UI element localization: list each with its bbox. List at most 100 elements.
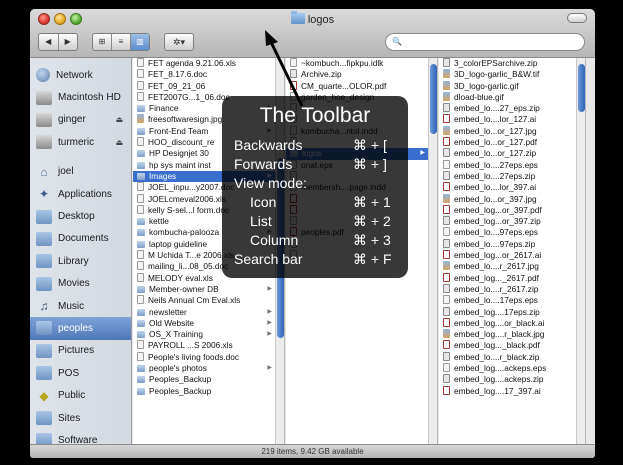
list-item-label: embed_lo....r_black.zip (454, 351, 540, 362)
sidebar-item-documents[interactable]: Documents (30, 228, 131, 250)
sidebar-item-library[interactable]: Library (30, 250, 131, 272)
sidebar-item-peoples[interactable]: peoples (30, 317, 131, 340)
list-item[interactable]: embed_log..._black.pdf (439, 340, 585, 351)
list-item[interactable]: embed_log....17eps.zip (439, 306, 585, 318)
sidebar-item-ginger[interactable]: ginger ⏏ (30, 109, 131, 131)
back-button[interactable]: ◀ (39, 34, 58, 50)
column-2-scrollbar[interactable] (428, 58, 437, 444)
sidebar-item-label: Applications (58, 188, 112, 200)
list-item[interactable]: embed_lo....97eps.zip (439, 238, 585, 250)
sidebar-item-movies[interactable]: Movies (30, 273, 131, 295)
music-icon: ♫ (39, 299, 49, 314)
sidebar-item-label: Public (58, 390, 86, 402)
sidebar-item-applications[interactable]: ✦ Applications (30, 183, 131, 205)
icon-view-button[interactable]: ⊞ (93, 34, 111, 50)
list-item[interactable]: CM_quarte...OLOR.pdf (286, 80, 437, 92)
shortcut-key: ⌘ + 3 (353, 232, 391, 248)
action-menu-button[interactable]: ✲▾ (164, 33, 194, 51)
list-item[interactable]: embed_lo...or_127.jpg (439, 125, 585, 137)
folder-icon (137, 127, 145, 135)
eject-icon[interactable]: ⏏ (115, 115, 123, 124)
column-3-scrollbar[interactable] (576, 58, 585, 444)
list-item-label: HP Designjet 30 (149, 148, 209, 159)
list-item[interactable]: 3_colorEPSarchive.zip (439, 58, 585, 69)
sidebar-item-sites[interactable]: Sites (30, 407, 131, 429)
sidebar-item-pictures[interactable]: Pictures (30, 340, 131, 362)
list-item[interactable]: embed_lo...or_127.zip (439, 148, 585, 159)
list-item[interactable]: embed_lo....27_eps.zip (439, 103, 585, 114)
list-item[interactable]: Peoples_Backup (133, 374, 284, 385)
list-item[interactable]: embed_log....17_397.ai (439, 385, 585, 397)
list-item[interactable]: embed_log...or_397.pdf (439, 204, 585, 216)
list-item[interactable]: embed_log....r_black.jpg (439, 329, 585, 340)
sidebar-item-label: joel (58, 166, 74, 178)
list-item[interactable]: embed_lo....97eps.eps (439, 227, 585, 238)
list-item-label: embed_lo....lor_397.ai (454, 182, 537, 193)
list-item[interactable]: embed_log...or_2617.ai (439, 250, 585, 261)
list-item-label: HOO_discount_re (148, 137, 215, 148)
column-view-button[interactable]: ▥ (130, 34, 149, 50)
list-item[interactable]: embed_lo...or_127.pdf (439, 137, 585, 148)
list-item[interactable]: embed_lo....17eps.eps (439, 295, 585, 306)
sidebar-item-desktop[interactable]: Desktop (30, 205, 131, 227)
forward-button[interactable]: ▶ (57, 34, 78, 50)
list-item-label: hp sys maint inst (149, 159, 211, 170)
list-view-button[interactable]: ≡ (111, 34, 130, 50)
zip-file-icon (443, 103, 450, 113)
list-item[interactable]: 3D_logo-garlic_B&W.tif (439, 69, 585, 80)
doc-file-icon (137, 261, 144, 271)
list-item[interactable]: embed_log....ackeps.eps (439, 363, 585, 374)
doc-file-icon (137, 137, 144, 147)
sidebar-item-macintosh-hd[interactable]: Macintosh HD (30, 86, 131, 108)
list-item[interactable]: OS_X Training ▶ (133, 329, 284, 340)
eject-icon[interactable]: ⏏ (115, 138, 123, 147)
list-item[interactable]: embed_lo....r_2617.jpg (439, 261, 585, 272)
list-item[interactable]: embed_lo....lor_127.ai (439, 114, 585, 125)
list-item[interactable]: embed_lo....lor_397.ai (439, 182, 585, 193)
list-item[interactable]: ~kombuch...fipkpu.idlk (286, 58, 437, 69)
list-item[interactable]: Member-owner DB ▶ (133, 284, 284, 295)
column-3-scroll-thumb[interactable] (578, 64, 585, 112)
list-item-label: Front-End Team (149, 125, 209, 136)
list-item[interactable]: Old Website ▶ (133, 318, 284, 329)
list-item[interactable]: embed_log..._2617.pdf (439, 272, 585, 284)
sidebar-item-joel[interactable]: ⌂ joel (30, 161, 131, 183)
list-item[interactable]: embed_lo....r_2617.zip (439, 283, 585, 295)
list-item-label: PAYROLL ...S 2006.xls (148, 340, 233, 351)
shortcut-key: ⌘ + 1 (353, 194, 391, 210)
list-item[interactable]: 3D_logo-garlic.gif (439, 80, 585, 92)
sidebar-item-public[interactable]: ◆ Public (30, 384, 131, 406)
list-item-label: embed_log...or_397.pdf (454, 204, 542, 215)
list-item[interactable]: dload-blue.gif (439, 91, 585, 103)
list-item[interactable]: embed_lo....r_black.zip (439, 351, 585, 363)
list-item[interactable]: newsletter ▶ (133, 307, 284, 318)
list-item[interactable]: Neils Annual Cm Eval.xls (133, 295, 284, 306)
list-item[interactable]: embed_log....or_black.ai (439, 317, 585, 329)
sidebar-item-label: Macintosh HD (58, 92, 121, 104)
list-item[interactable]: embed_log...or_397.zip (439, 216, 585, 227)
list-item[interactable]: people's photos ▶ (133, 363, 284, 374)
list-item[interactable]: Peoples_Backup (133, 386, 284, 397)
zip-file-icon (443, 306, 450, 316)
list-item[interactable]: embed_lo....27eps.eps (439, 159, 585, 171)
doc-file-icon (137, 340, 144, 350)
sidebar-item-turmeric[interactable]: turmeric ⏏ (30, 131, 131, 153)
list-item[interactable]: Archive.zip (286, 69, 437, 80)
list-item[interactable]: People's living foods.doc (133, 351, 284, 363)
list-item[interactable]: embed_lo....27eps.zip (439, 170, 585, 182)
column-2-scroll-thumb[interactable] (430, 64, 437, 134)
list-item-label: embed_lo....27eps.zip (454, 170, 536, 181)
toolbar-toggle-button[interactable] (567, 13, 587, 23)
window-title: logos (30, 11, 595, 27)
list-item[interactable]: embed_log....ackeps.zip (439, 374, 585, 385)
list-item[interactable]: embed_lo...or_397.jpg (439, 193, 585, 205)
search-input[interactable]: 🔍 (385, 33, 585, 51)
folder-icon (137, 376, 145, 384)
list-item-label: kelly S-sel...l form.doc (148, 204, 230, 215)
list-item-label: Peoples_Backup (149, 385, 212, 396)
gear-icon: ✲▾ (172, 36, 186, 47)
sidebar-item-music[interactable]: ♫ Music (30, 295, 131, 317)
sidebar-item-network[interactable]: Network (30, 64, 131, 86)
list-item[interactable]: PAYROLL ...S 2006.xls (133, 340, 284, 351)
sidebar-item-pos[interactable]: POS (30, 362, 131, 384)
